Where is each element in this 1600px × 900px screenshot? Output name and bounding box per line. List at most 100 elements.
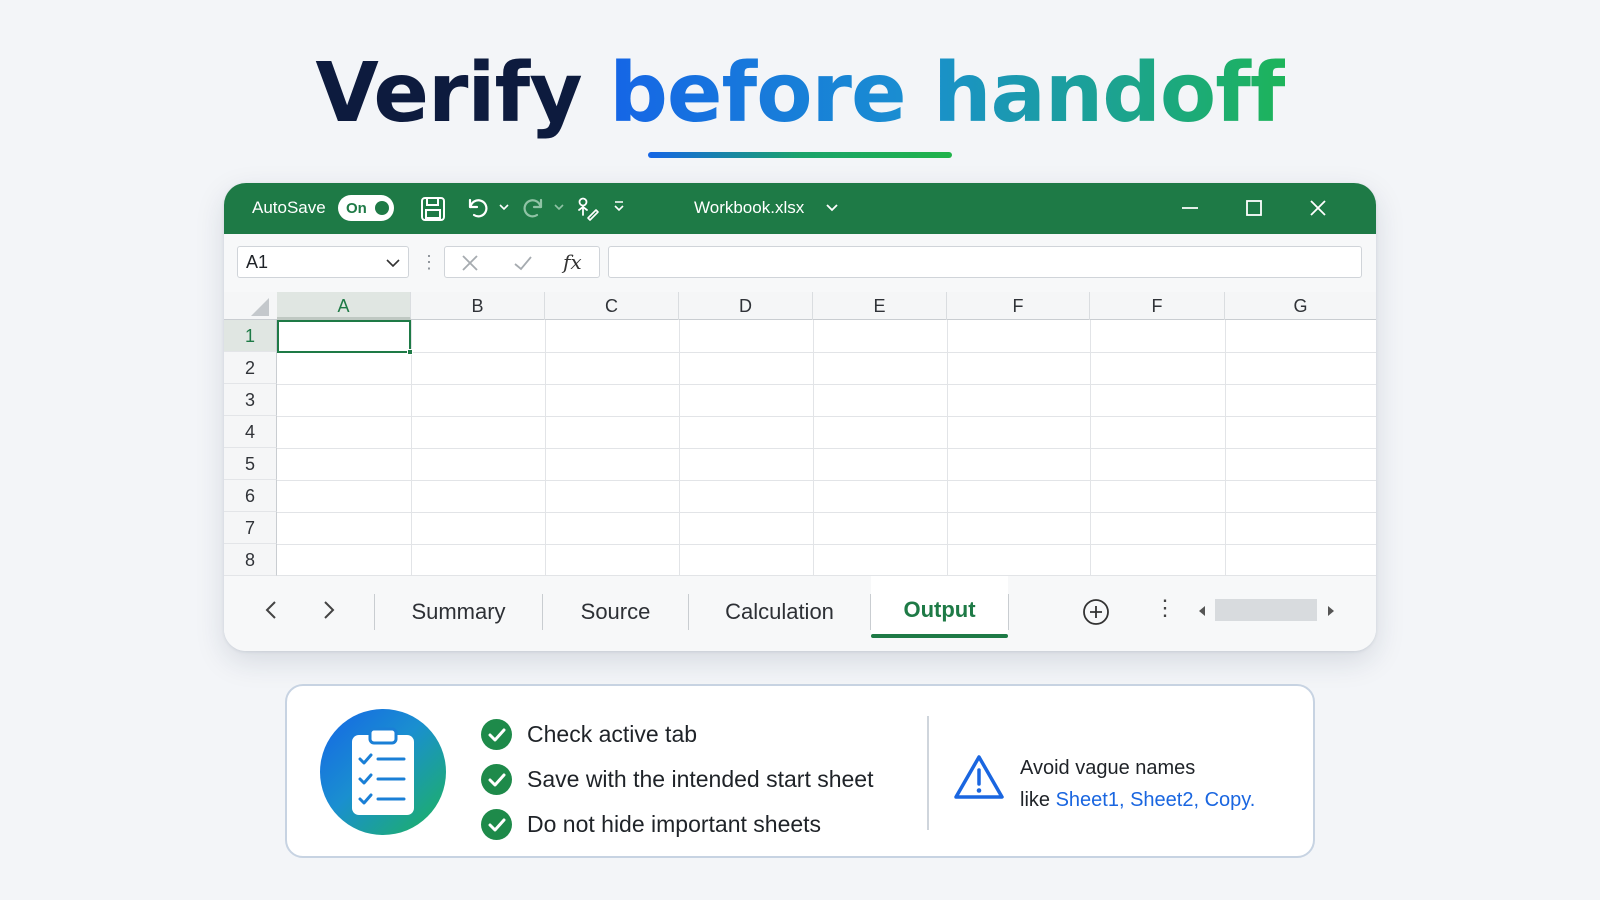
spreadsheet-grid: A B C D E F F G 1 2 3 4 5 6 7 8	[224, 292, 1376, 576]
cell-area[interactable]: 1 2 3 4 5 6 7 8	[224, 320, 1376, 576]
active-tab-underline	[871, 634, 1008, 638]
grid-line	[813, 320, 814, 576]
previous-sheet-icon[interactable]	[264, 600, 278, 620]
warning-icon	[954, 755, 1004, 799]
column-header-c[interactable]: C	[545, 292, 679, 320]
grid-line	[679, 320, 680, 576]
scroll-right-icon[interactable]	[1327, 606, 1335, 616]
customize-toolbar-icon[interactable]	[614, 200, 624, 212]
file-name[interactable]: Workbook.xlsx	[694, 198, 804, 218]
check-circle-icon	[481, 809, 512, 840]
grid-line	[277, 416, 1376, 417]
warning-line-2: like Sheet1, Sheet2, Copy.	[1020, 784, 1255, 816]
toggle-knob	[375, 201, 389, 215]
list-item: Check active tab	[481, 712, 874, 757]
warning-text: Avoid vague names like Sheet1, Sheet2, C…	[1020, 752, 1255, 816]
tab-output[interactable]: Output	[871, 576, 1008, 638]
grid-line	[1225, 320, 1226, 576]
sheet-tab-bar: Summary Source Calculation Output ⋮	[224, 576, 1376, 651]
grid-line	[545, 320, 546, 576]
formula-input[interactable]	[608, 246, 1362, 278]
grid-line	[277, 352, 1376, 353]
checklist-item-text: Do not hide important sheets	[527, 811, 822, 837]
grid-line	[277, 448, 1376, 449]
file-menu-chevron-icon[interactable]	[826, 203, 838, 212]
tab-source[interactable]: Source	[543, 594, 688, 630]
row-header-2[interactable]: 2	[224, 352, 277, 384]
warning-line-1: Avoid vague names	[1020, 757, 1196, 779]
card-divider	[927, 716, 929, 830]
next-sheet-icon[interactable]	[322, 600, 336, 620]
grid-line	[277, 512, 1376, 513]
tab-separator	[1008, 594, 1009, 630]
scroll-left-icon[interactable]	[1198, 606, 1206, 616]
tab-calculation[interactable]: Calculation	[689, 594, 870, 630]
maximize-icon[interactable]	[1243, 197, 1265, 219]
insert-function-button[interactable]: fx	[563, 250, 582, 274]
clipboard-badge	[320, 709, 446, 835]
horizontal-scrollbar[interactable]	[1215, 599, 1317, 621]
grid-line	[277, 544, 1376, 545]
column-header-a[interactable]: A	[277, 292, 411, 320]
vague-name-examples: Sheet1, Sheet2, Copy.	[1055, 789, 1256, 811]
headline-verify: Verify	[315, 46, 582, 141]
check-icon[interactable]	[513, 254, 533, 272]
column-header-g[interactable]: G	[1225, 292, 1376, 320]
grid-line	[1090, 320, 1091, 576]
column-header-f-second[interactable]: F	[1090, 292, 1225, 320]
formula-controls: fx	[444, 246, 600, 278]
checklist-card: Check active tab Save with the intended …	[285, 684, 1315, 858]
active-cell-a1[interactable]	[277, 320, 413, 355]
undo-dropdown-icon[interactable]	[499, 203, 509, 211]
check-circle-icon	[481, 764, 512, 795]
column-header-b[interactable]: B	[411, 292, 545, 320]
row-header-8[interactable]: 8	[224, 544, 277, 576]
checklist-item-text: Save with the intended start sheet	[527, 766, 874, 792]
column-header-e[interactable]: E	[813, 292, 947, 320]
select-all-corner[interactable]	[224, 292, 277, 320]
clipboard-checklist-icon	[352, 727, 414, 815]
row-header-5[interactable]: 5	[224, 448, 277, 480]
checklist-item-text: Check active tab	[527, 721, 698, 747]
chevron-down-icon[interactable]	[386, 258, 400, 267]
row-header-4[interactable]: 4	[224, 416, 277, 448]
grid-line	[277, 480, 1376, 481]
name-box[interactable]: A1	[237, 246, 409, 278]
title-bar: AutoSave On Workbook.xlsx	[224, 183, 1376, 234]
grid-line	[411, 320, 412, 576]
sheet-options-icon[interactable]: ⋮	[1154, 596, 1176, 620]
close-icon[interactable]	[1307, 197, 1329, 219]
save-icon[interactable]	[420, 196, 446, 222]
formula-bar: A1 ⋮ fx	[224, 234, 1376, 292]
list-item: Save with the intended start sheet	[481, 757, 874, 802]
tab-output-label: Output	[903, 597, 976, 622]
column-header-d[interactable]: D	[679, 292, 813, 320]
minimize-icon[interactable]	[1179, 197, 1201, 219]
row-header-7[interactable]: 7	[224, 512, 277, 544]
autosave-label: AutoSave	[252, 198, 326, 217]
redo-icon[interactable]	[521, 196, 545, 220]
column-header-f[interactable]: F	[947, 292, 1090, 320]
headline-underline	[648, 152, 952, 158]
warning-prefix: like	[1020, 789, 1056, 811]
undo-icon[interactable]	[466, 196, 490, 220]
tab-summary[interactable]: Summary	[375, 594, 542, 630]
headline-before-handoff: before handoff	[609, 46, 1285, 141]
row-header-6[interactable]: 6	[224, 480, 277, 512]
fill-handle[interactable]	[407, 349, 413, 355]
name-box-value: A1	[246, 252, 269, 272]
column-header-row: A B C D E F F G	[224, 292, 1376, 320]
more-vertical-icon[interactable]: ⋮	[420, 251, 438, 273]
row-header-3[interactable]: 3	[224, 384, 277, 416]
autosave-state: On	[346, 199, 367, 217]
add-sheet-icon[interactable]	[1082, 598, 1110, 626]
checklist: Check active tab Save with the intended …	[481, 712, 874, 847]
autosave-toggle[interactable]: On	[338, 195, 394, 221]
check-circle-icon	[481, 719, 512, 750]
redo-dropdown-icon[interactable]	[554, 203, 564, 211]
cancel-icon[interactable]	[461, 254, 479, 272]
excel-window: AutoSave On Workbook.xlsx A1 ⋮ fx A B C …	[224, 183, 1376, 651]
grid-line	[947, 320, 948, 576]
row-header-1[interactable]: 1	[224, 320, 277, 352]
touch-draw-icon[interactable]	[574, 196, 600, 222]
